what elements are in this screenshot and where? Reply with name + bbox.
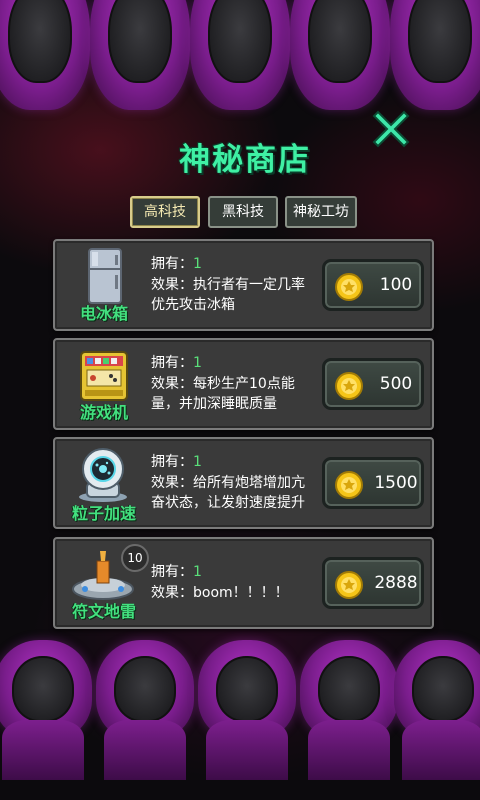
silhouette-figure bbox=[90, 0, 190, 110]
owned-count: 拥有：1 bbox=[151, 256, 202, 272]
fridge-icon bbox=[67, 247, 139, 305]
coin-icon bbox=[335, 471, 363, 499]
silhouette-figure bbox=[394, 640, 480, 780]
silhouette-figure bbox=[0, 640, 92, 780]
item-effect: 效果：boom！！！！ bbox=[151, 585, 289, 601]
quantity-badge: 10 bbox=[121, 544, 149, 572]
buy-button[interactable]: 100 bbox=[322, 259, 424, 311]
silhouette-figure bbox=[0, 0, 90, 110]
shop-item-card: 粒子加速 拥有：1 效果：给所有炮塔增加亢奋状态，让发射速度提升 1500 bbox=[53, 437, 434, 529]
item-name: 符文地雷 bbox=[71, 602, 136, 621]
close-button[interactable] bbox=[366, 104, 416, 154]
shop-title: 神秘商店 bbox=[179, 142, 311, 178]
item-name: 电冰箱 bbox=[79, 304, 128, 323]
owned-count: 拥有：1 bbox=[151, 564, 202, 580]
item-effect: 效果：每秒生产10点能量，并加深睡眠质量 bbox=[151, 376, 295, 412]
silhouette-figure bbox=[290, 0, 390, 110]
tab-high-tech[interactable]: 高科技 bbox=[130, 196, 200, 228]
item-effect: 效果：给所有炮塔增加亢奋状态，让发射速度提升 bbox=[151, 475, 305, 511]
tab-mystery-workshop[interactable]: 神秘工坊 bbox=[285, 196, 357, 228]
shop-item-card: 游戏机 拥有：1 效果：每秒生产10点能量，并加深睡眠质量 500 bbox=[53, 338, 434, 430]
buy-button[interactable]: 1500 bbox=[322, 457, 424, 509]
item-price: 100 bbox=[379, 275, 413, 295]
coin-icon bbox=[335, 372, 363, 400]
silhouette-figure bbox=[190, 0, 290, 110]
shop-item-card: 10 符文地雷 拥有：1 效果：boom！！！！ 2888 bbox=[53, 537, 434, 629]
arcade-machine-icon bbox=[67, 346, 139, 404]
tab-black-tech[interactable]: 黑科技 bbox=[208, 196, 278, 228]
item-price: 2888 bbox=[374, 573, 418, 593]
silhouette-figure bbox=[96, 640, 194, 780]
silhouette-figure bbox=[390, 0, 480, 110]
item-price: 500 bbox=[379, 374, 413, 394]
particle-accelerator-icon bbox=[67, 445, 139, 503]
buy-button[interactable]: 500 bbox=[322, 358, 424, 410]
close-x-icon bbox=[372, 110, 410, 148]
item-price: 1500 bbox=[374, 473, 418, 493]
silhouette-figure bbox=[198, 640, 296, 780]
owned-count: 拥有：1 bbox=[151, 355, 202, 371]
item-name: 粒子加速 bbox=[71, 504, 136, 523]
owned-count: 拥有：1 bbox=[151, 454, 202, 470]
item-name: 游戏机 bbox=[79, 403, 128, 422]
item-effect: 效果：执行者有一定几率优先攻击冰箱 bbox=[151, 277, 305, 313]
shop-item-card: 电冰箱 拥有：1 效果：执行者有一定几率优先攻击冰箱 100 bbox=[53, 239, 434, 331]
silhouette-figure bbox=[300, 640, 398, 780]
buy-button[interactable]: 2888 bbox=[322, 557, 424, 609]
coin-icon bbox=[335, 571, 363, 599]
coin-icon bbox=[335, 273, 363, 301]
